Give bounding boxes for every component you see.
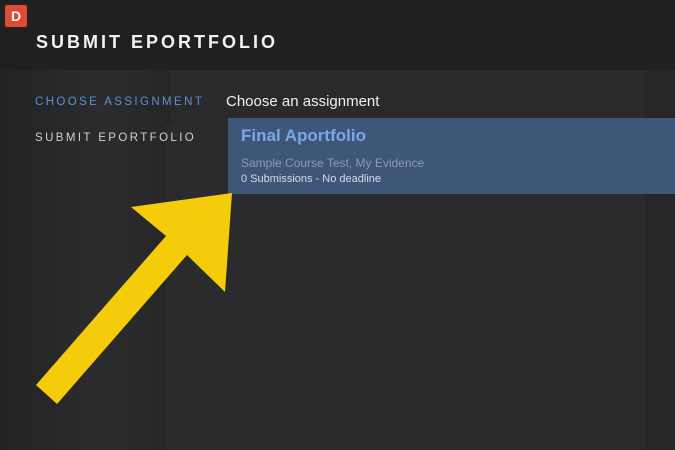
yellow-arrow-icon xyxy=(36,193,232,404)
arrow-shape xyxy=(36,193,232,404)
